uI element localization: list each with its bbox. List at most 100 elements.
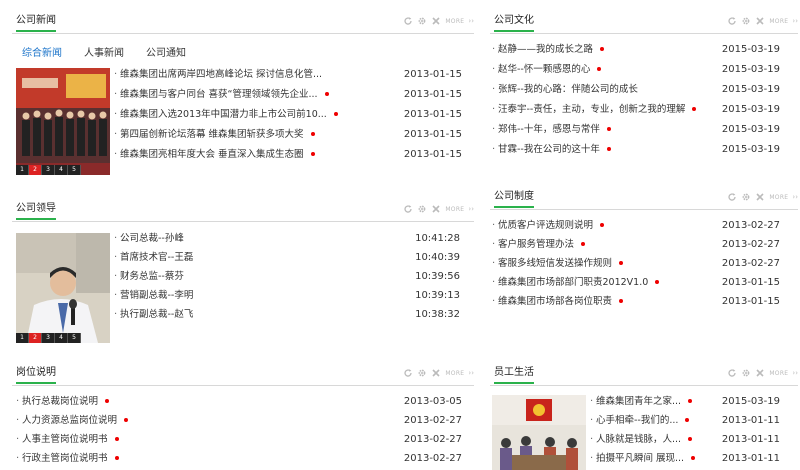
gear-icon[interactable] (741, 16, 751, 26)
pager-dot-3[interactable]: 3 (42, 333, 55, 343)
item-title[interactable]: 张辉--我的心路：伴随公司的成长 (498, 84, 638, 95)
more-link[interactable]: MORE (769, 370, 788, 377)
list-item[interactable]: · 汪泰宇--责任，主动，专业，创新之我的理解 2015-03-19 (492, 103, 780, 117)
item-title[interactable]: 客户服务管理办法 (498, 239, 574, 250)
item-title[interactable]: 执行副总裁--赵飞 (120, 309, 193, 320)
list-item[interactable]: · 人脉就是钱脉，人... 2013-01-11 (590, 433, 780, 447)
item-title[interactable]: 维森集团市场部部门职责2012V1.0 (498, 277, 648, 288)
list-item[interactable]: · 财务总监--蔡芬 10:39:56 (114, 270, 460, 284)
pager-dot-4[interactable]: 4 (55, 333, 68, 343)
item-title[interactable]: 人力资源总监岗位说明 (22, 415, 117, 426)
list-item[interactable]: · 人事主管岗位说明书 2013-02-27 (16, 433, 462, 447)
list-item[interactable]: · 维森集团青年之家... 2015-03-19 (590, 395, 780, 409)
item-title[interactable]: 维森集团出席两岸四地高峰论坛 探讨信息化管... (120, 69, 322, 80)
more-link[interactable]: MORE (445, 370, 464, 377)
list-item[interactable]: · 维森集团市场部各岗位职责 2013-01-15 (492, 295, 780, 309)
gear-icon[interactable] (741, 368, 751, 378)
close-icon[interactable] (431, 16, 441, 26)
list-item[interactable]: · 首席技术官--王磊 10:40:39 (114, 251, 460, 265)
more-arrow-icon[interactable]: ›› (792, 17, 798, 25)
tab-company-notice[interactable]: 公司通知 (146, 44, 186, 63)
gear-icon[interactable] (417, 368, 427, 378)
list-item[interactable]: · 客服多线短信发送操作规则 2013-02-27 (492, 257, 780, 271)
list-item[interactable]: · 人力资源总监岗位说明 2013-02-27 (16, 414, 462, 428)
list-item[interactable]: · 赵华--怀一颗感恩的心 2015-03-19 (492, 63, 780, 77)
item-title[interactable]: 赵华--怀一颗感恩的心 (498, 64, 590, 75)
item-title[interactable]: 客服多线短信发送操作规则 (498, 258, 612, 269)
gear-icon[interactable] (417, 204, 427, 214)
item-title[interactable]: 行政主管岗位说明书 (22, 453, 108, 464)
list-item[interactable]: · 拍摄平凡瞬间 展现... 2013-01-11 (590, 452, 780, 466)
pager-dot-5[interactable]: 5 (68, 333, 81, 343)
list-item[interactable]: · 营销副总裁--李明 10:39:13 (114, 289, 460, 303)
pager-dot-1[interactable]: 1 (16, 333, 29, 343)
item-title[interactable]: 郑伟--十年，感恩与常伴 (498, 124, 600, 135)
item-title[interactable]: 维森集团入选2013年中国潜力非上市公司前10... (120, 109, 327, 120)
tab-general-news[interactable]: 综合新闻 (22, 44, 62, 63)
gear-icon[interactable] (417, 16, 427, 26)
refresh-icon[interactable] (403, 368, 413, 378)
list-item[interactable]: · 甘霖--我在公司的这十年 2015-03-19 (492, 143, 780, 157)
list-item[interactable]: · 维森集团亮相年度大会 垂直深入集成生态圈 2013-01-15 (114, 148, 462, 162)
item-title[interactable]: 公司总裁--孙峰 (120, 233, 184, 244)
item-title[interactable]: 营销副总裁--李明 (120, 290, 193, 301)
item-title[interactable]: 优质客户评选规则说明 (498, 220, 593, 231)
list-item[interactable]: · 维森集团入选2013年中国潜力非上市公司前10... 2013-01-15 (114, 108, 462, 122)
refresh-icon[interactable] (727, 368, 737, 378)
item-title[interactable]: 维森集团亮相年度大会 垂直深入集成生态圈 (120, 149, 304, 160)
more-arrow-icon[interactable]: ›› (792, 193, 798, 201)
refresh-icon[interactable] (727, 192, 737, 202)
item-title[interactable]: 汪泰宇--责任，主动，专业，创新之我的理解 (498, 104, 685, 115)
list-item[interactable]: · 张辉--我的心路：伴随公司的成长 2015-03-19 (492, 83, 780, 97)
close-icon[interactable] (431, 368, 441, 378)
close-icon[interactable] (755, 192, 765, 202)
pager-dot-2[interactable]: 2 (29, 333, 42, 343)
pager-dot-5[interactable]: 5 (68, 165, 81, 175)
item-title[interactable]: 人事主管岗位说明书 (22, 434, 108, 445)
item-title[interactable]: 维森集团青年之家... (596, 396, 681, 407)
list-item[interactable]: · 郑伟--十年，感恩与常伴 2015-03-19 (492, 123, 780, 137)
more-link[interactable]: MORE (769, 194, 788, 201)
item-title[interactable]: 维森集团市场部各岗位职责 (498, 296, 612, 307)
list-item[interactable]: · 心手相牵--我们的... 2013-01-11 (590, 414, 780, 428)
list-item[interactable]: · 执行副总裁--赵飞 10:38:32 (114, 308, 460, 322)
list-item[interactable]: · 客户服务管理办法 2013-02-27 (492, 238, 780, 252)
more-arrow-icon[interactable]: ›› (468, 369, 474, 377)
more-link[interactable]: MORE (445, 206, 464, 213)
more-arrow-icon[interactable]: ›› (792, 369, 798, 377)
close-icon[interactable] (755, 16, 765, 26)
pager-dot-2[interactable]: 2 (29, 165, 42, 175)
list-item[interactable]: · 维森集团出席两岸四地高峰论坛 探讨信息化管... 2013-01-15 (114, 68, 462, 82)
list-item[interactable]: · 行政主管岗位说明书 2013-02-27 (16, 452, 462, 466)
item-title[interactable]: 赵静——我的成长之路 (498, 44, 593, 55)
list-item[interactable]: · 维森集团与客户同台 喜获“管理领域领先企业... 2013-01-15 (114, 88, 462, 102)
item-title[interactable]: 维森集团与客户同台 喜获“管理领域领先企业... (120, 89, 318, 100)
item-title[interactable]: 财务总监--蔡芬 (120, 271, 184, 282)
list-item[interactable]: · 优质客户评选规则说明 2013-02-27 (492, 219, 780, 233)
item-title[interactable]: 拍摄平凡瞬间 展现... (596, 453, 684, 464)
more-arrow-icon[interactable]: ›› (468, 17, 474, 25)
leader-thumbnail[interactable]: 1 2 3 4 5 (16, 233, 110, 343)
item-title[interactable]: 人脉就是钱脉，人... (596, 434, 681, 445)
pager-dot-4[interactable]: 4 (55, 165, 68, 175)
refresh-icon[interactable] (403, 16, 413, 26)
item-title[interactable]: 甘霖--我在公司的这十年 (498, 144, 600, 155)
pager-dot-1[interactable]: 1 (16, 165, 29, 175)
news-thumbnail[interactable]: 1 2 3 4 5 (16, 68, 110, 175)
more-link[interactable]: MORE (445, 18, 464, 25)
pager-dot-3[interactable]: 3 (42, 165, 55, 175)
list-item[interactable]: · 公司总裁--孙峰 10:41:28 (114, 232, 460, 246)
list-item[interactable]: · 执行总裁岗位说明 2013-03-05 (16, 395, 462, 409)
life-thumbnail[interactable] (492, 395, 586, 470)
item-title[interactable]: 首席技术官--王磊 (120, 252, 193, 263)
more-link[interactable]: MORE (769, 18, 788, 25)
list-item[interactable]: · 赵静——我的成长之路 2015-03-19 (492, 43, 780, 57)
tab-personnel-news[interactable]: 人事新闻 (84, 44, 124, 63)
gear-icon[interactable] (741, 192, 751, 202)
refresh-icon[interactable] (727, 16, 737, 26)
item-title[interactable]: 执行总裁岗位说明 (22, 396, 98, 407)
item-title[interactable]: 第四届创新论坛落幕 维森集团斩获多项大奖 (120, 129, 304, 140)
list-item[interactable]: · 第四届创新论坛落幕 维森集团斩获多项大奖 2013-01-15 (114, 128, 462, 142)
item-title[interactable]: 心手相牵--我们的... (596, 415, 678, 426)
close-icon[interactable] (755, 368, 765, 378)
